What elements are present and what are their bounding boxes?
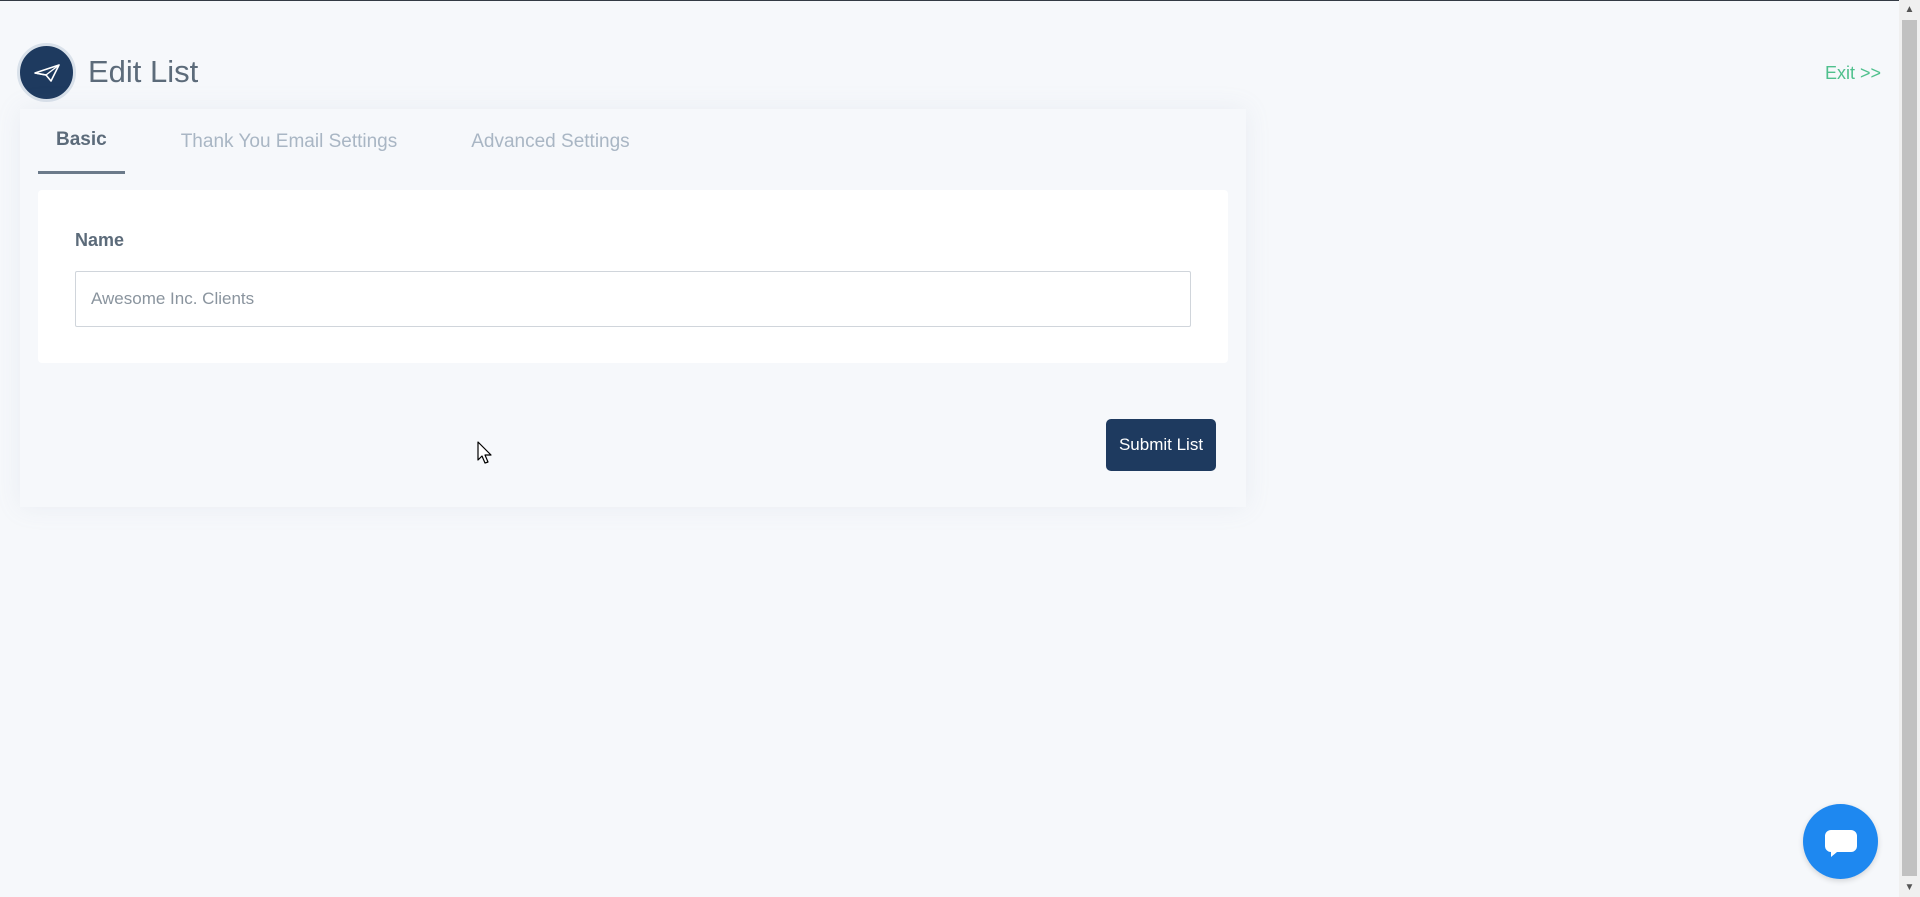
tab-basic[interactable]: Basic xyxy=(38,109,125,174)
tab-advanced-settings[interactable]: Advanced Settings xyxy=(453,109,647,174)
submit-list-button[interactable]: Submit List xyxy=(1106,419,1216,471)
exit-link[interactable]: Exit >> xyxy=(1825,62,1881,84)
edit-list-card: Basic Thank You Email Settings Advanced … xyxy=(20,109,1246,507)
tab-thank-you-email-settings[interactable]: Thank You Email Settings xyxy=(163,109,416,174)
tab-bar: Basic Thank You Email Settings Advanced … xyxy=(38,109,686,174)
scroll-down-arrow-icon[interactable]: ▼ xyxy=(1899,879,1920,896)
vertical-scrollbar[interactable]: ▲ ▼ xyxy=(1899,0,1920,897)
name-label: Name xyxy=(75,230,125,250)
name-input[interactable] xyxy=(75,271,1191,327)
paper-plane-icon xyxy=(17,43,76,102)
scroll-thumb[interactable] xyxy=(1902,20,1917,876)
top-border xyxy=(0,0,1920,1)
scroll-up-arrow-icon[interactable]: ▲ xyxy=(1899,1,1920,18)
chat-button[interactable] xyxy=(1803,804,1878,879)
basic-settings-panel: Name xyxy=(38,190,1228,363)
chat-bubble-icon xyxy=(1824,829,1857,857)
page-title: Edit List xyxy=(88,54,199,89)
mouse-cursor-icon xyxy=(477,441,492,464)
